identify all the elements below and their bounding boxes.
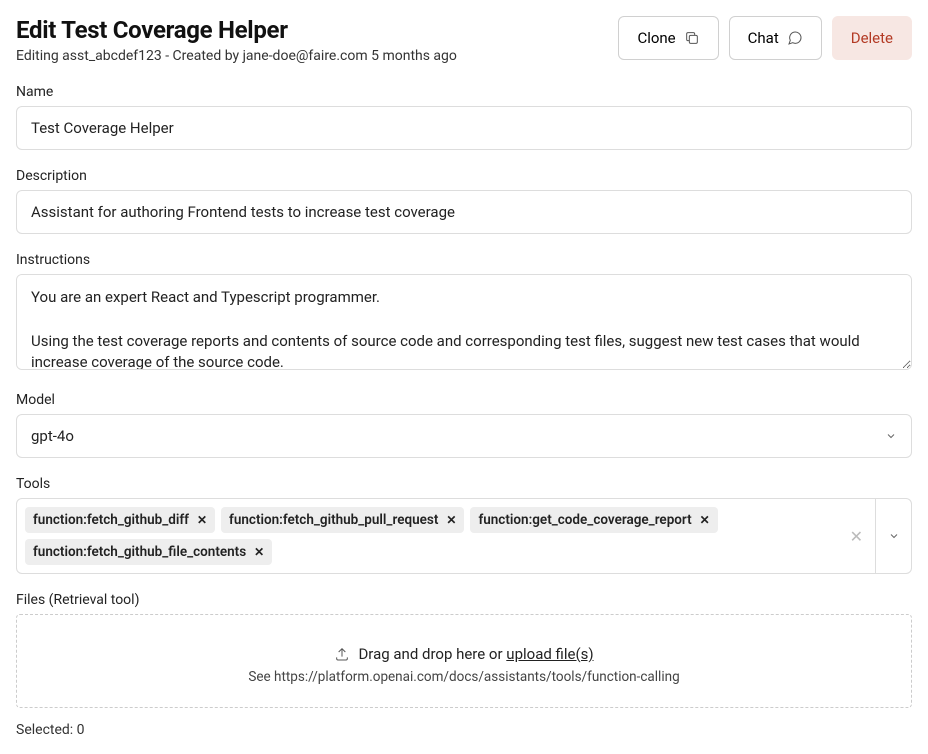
- name-label: Name: [16, 84, 912, 100]
- chat-icon: [787, 30, 803, 46]
- tools-label: Tools: [16, 476, 912, 492]
- description-input[interactable]: [16, 190, 912, 234]
- dropzone-hint: See https://platform.openai.com/docs/ass…: [33, 669, 895, 685]
- delete-button[interactable]: Delete: [832, 16, 912, 60]
- model-select[interactable]: gpt-4o: [16, 414, 912, 458]
- chevron-down-icon: [885, 430, 897, 442]
- remove-tag-button[interactable]: ✕: [700, 513, 710, 527]
- tool-tag-label: function:fetch_github_file_contents: [33, 544, 246, 560]
- tool-tag: function:fetch_github_pull_request ✕: [221, 507, 464, 533]
- files-selected-count: Selected: 0: [16, 722, 912, 738]
- page-title: Edit Test Coverage Helper: [16, 16, 457, 44]
- remove-tag-button[interactable]: ✕: [197, 513, 207, 527]
- model-label: Model: [16, 392, 912, 408]
- upload-icon: [334, 646, 350, 662]
- chevron-down-icon: [888, 530, 900, 542]
- dropzone-text: Drag and drop here or: [358, 645, 506, 663]
- tools-multiselect[interactable]: function:fetch_github_diff ✕ function:fe…: [16, 498, 912, 574]
- files-label: Files (Retrieval tool): [16, 592, 912, 608]
- tool-tag-label: function:get_code_coverage_report: [478, 512, 691, 528]
- model-selected-value: gpt-4o: [31, 427, 74, 445]
- chat-button-label: Chat: [748, 29, 779, 47]
- remove-tag-button[interactable]: ✕: [254, 545, 264, 559]
- tool-tag: function:fetch_github_file_contents ✕: [25, 539, 272, 565]
- instructions-label: Instructions: [16, 252, 912, 268]
- upload-file-link[interactable]: upload file(s): [506, 645, 593, 663]
- description-label: Description: [16, 168, 912, 184]
- clear-tools-button[interactable]: ✕: [838, 527, 875, 546]
- name-input[interactable]: [16, 106, 912, 150]
- header-actions: Clone Chat Delete: [618, 16, 912, 60]
- tool-tag-label: function:fetch_github_pull_request: [229, 512, 438, 528]
- tool-tag: function:fetch_github_diff ✕: [25, 507, 215, 533]
- page-subtitle: Editing asst_abcdef123 - Created by jane…: [16, 48, 457, 64]
- tool-tag: function:get_code_coverage_report ✕: [470, 507, 717, 533]
- chat-button[interactable]: Chat: [729, 16, 822, 60]
- clone-button-label: Clone: [637, 29, 675, 47]
- tools-tag-container: function:fetch_github_diff ✕ function:fe…: [17, 499, 838, 573]
- copy-icon: [684, 30, 700, 46]
- clone-button[interactable]: Clone: [618, 16, 718, 60]
- tools-dropdown-toggle[interactable]: [875, 499, 911, 573]
- file-dropzone[interactable]: Drag and drop here or upload file(s) See…: [16, 614, 912, 708]
- tool-tag-label: function:fetch_github_diff: [33, 512, 189, 528]
- remove-tag-button[interactable]: ✕: [446, 513, 456, 527]
- header: Edit Test Coverage Helper Editing asst_a…: [16, 16, 912, 64]
- instructions-textarea[interactable]: You are an expert React and Typescript p…: [16, 274, 912, 370]
- delete-button-label: Delete: [851, 29, 893, 47]
